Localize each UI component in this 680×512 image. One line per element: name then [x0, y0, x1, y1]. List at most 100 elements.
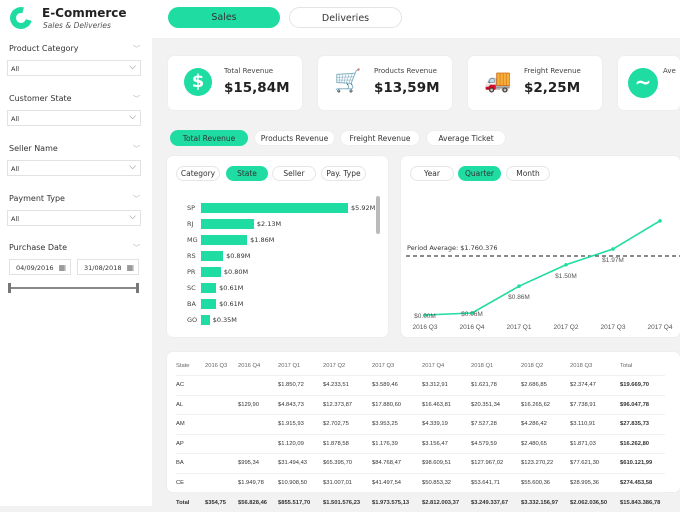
bar[interactable] [201, 235, 247, 245]
line-point[interactable] [611, 247, 615, 251]
table-cell: AP [176, 434, 205, 454]
start-date-input[interactable]: 04/09/2016 ▦ [9, 259, 71, 275]
kpi-value: $2,25M [524, 80, 580, 96]
calendar-icon[interactable]: ▦ [126, 263, 134, 272]
line-point[interactable] [658, 219, 662, 223]
period-tab[interactable]: Year [410, 166, 454, 181]
point-label: $1.97M [602, 257, 624, 264]
calendar-icon[interactable]: ▦ [58, 263, 66, 272]
dollar-icon: $ [184, 68, 212, 96]
table-cell: $1.949,78 [238, 473, 278, 493]
dimension-tab[interactable]: State [226, 166, 268, 181]
dimension-tab[interactable]: Category [176, 166, 220, 181]
column-header[interactable]: 2017 Q3 [372, 356, 422, 376]
line-point[interactable] [517, 284, 521, 288]
table-cell [238, 434, 278, 454]
column-header[interactable]: 2016 Q4 [238, 356, 278, 376]
bar[interactable] [201, 251, 223, 261]
line-point[interactable] [564, 263, 568, 267]
table-cell: $995,34 [238, 454, 278, 474]
filter-label: Seller Name [9, 144, 58, 153]
total-cell: $1.973.575,13 [372, 493, 422, 512]
column-header[interactable]: 2017 Q4 [422, 356, 471, 376]
table-cell: $274.453,58 [620, 473, 665, 493]
kpi-label: Total Revenue [224, 67, 273, 75]
x-tick-label: 2016 Q4 [460, 324, 485, 331]
table-cell: $3.953,25 [372, 415, 422, 435]
tab-deliveries[interactable]: Deliveries [289, 7, 402, 28]
column-header[interactable]: 2018 Q1 [471, 356, 521, 376]
x-tick-label: 2017 Q4 [648, 324, 673, 331]
kpi-card: ~Ave [618, 56, 680, 110]
kpi-value: $15,84M [224, 80, 290, 96]
filter-dropdown[interactable]: All⌵ [7, 160, 141, 176]
slider-end-handle[interactable] [136, 283, 139, 293]
bar[interactable] [201, 219, 254, 229]
period-tab[interactable]: Month [506, 166, 550, 181]
bar[interactable] [201, 203, 348, 213]
table-cell: $4.843,73 [278, 395, 323, 415]
total-cell: $3.249.337,67 [471, 493, 521, 512]
column-header[interactable]: 2016 Q3 [205, 356, 238, 376]
table-cell [205, 415, 238, 435]
end-date-input[interactable]: 31/08/2018▦ [77, 259, 139, 275]
table-cell: $31.007,01 [323, 473, 372, 493]
period-average-label: Period Average: $1.760.376 [407, 244, 498, 252]
table-cell: $4.233,51 [323, 376, 372, 396]
chevron-down-icon: ⌵ [129, 112, 136, 122]
bar[interactable] [201, 283, 216, 293]
filter-value: All [11, 65, 19, 73]
chevron-down-icon[interactable]: ﹀ [133, 44, 140, 54]
dimension-tab[interactable]: Seller [272, 166, 316, 181]
dimension-tab[interactable]: Pay. Type [321, 166, 366, 181]
metric-pill[interactable]: Products Revenue [254, 130, 335, 146]
chevron-down-icon[interactable]: ﹀ [133, 94, 140, 104]
chevron-down-icon: ⌵ [129, 162, 136, 172]
bar-category-label: SP [187, 204, 197, 212]
slider-start-handle[interactable] [8, 283, 11, 293]
filter-dropdown[interactable]: All⌵ [7, 110, 141, 126]
table-cell: $41.497,54 [372, 473, 422, 493]
revenue-trend-card: Period Average: $1.760.376$0.00M2016 Q3$… [401, 156, 680, 337]
tab-sales[interactable]: Sales [168, 7, 280, 28]
total-cell: $2.062.036,50 [570, 493, 620, 512]
metric-pill[interactable]: Freight Revenue [340, 130, 420, 146]
period-tab[interactable]: Quarter [458, 166, 501, 181]
total-cell: $1.501.576,23 [323, 493, 372, 512]
table-cell: $19.669,70 [620, 376, 665, 396]
bar-value-label: $0.61M [219, 300, 243, 308]
table-cell: $16.265,62 [521, 395, 570, 415]
bar-category-label: RS [187, 252, 197, 260]
table-cell: $20.351,34 [471, 395, 521, 415]
column-header[interactable]: 2018 Q3 [570, 356, 620, 376]
column-header[interactable]: Total [620, 356, 665, 376]
metric-pill[interactable]: Total Revenue [170, 130, 248, 146]
filter-label: Payment Type [9, 194, 65, 203]
bar[interactable] [201, 315, 210, 325]
chevron-down-icon: ⌵ [129, 212, 136, 222]
table-cell [205, 454, 238, 474]
chevron-down-icon[interactable]: ﹀ [133, 243, 140, 253]
total-cell: $56.828,46 [238, 493, 278, 512]
filter-dropdown[interactable]: All⌵ [7, 210, 141, 226]
bar[interactable] [201, 267, 221, 277]
column-header[interactable]: State [176, 356, 205, 376]
chevron-down-icon[interactable]: ﹀ [133, 194, 140, 204]
start-date: 04/09/2016 [16, 264, 53, 272]
chevron-down-icon: ⌵ [129, 62, 136, 72]
table-cell: AM [176, 415, 205, 435]
filter-dropdown[interactable]: All ⌵ [7, 60, 141, 76]
date-range-slider[interactable] [9, 287, 138, 289]
column-header[interactable]: 2018 Q2 [521, 356, 570, 376]
kpi-label: Freight Revenue [524, 67, 581, 75]
scrollbar[interactable] [376, 196, 380, 234]
bar[interactable] [201, 299, 216, 309]
column-header[interactable]: 2017 Q1 [278, 356, 323, 376]
table-cell: AC [176, 376, 205, 396]
x-tick-label: 2017 Q2 [554, 324, 579, 331]
chevron-down-icon[interactable]: ﹀ [133, 144, 140, 154]
metric-pill[interactable]: Average Ticket [426, 130, 506, 146]
table-cell: $3.110,91 [570, 415, 620, 435]
table-cell: $55.600,36 [521, 473, 570, 493]
column-header[interactable]: 2017 Q2 [323, 356, 372, 376]
